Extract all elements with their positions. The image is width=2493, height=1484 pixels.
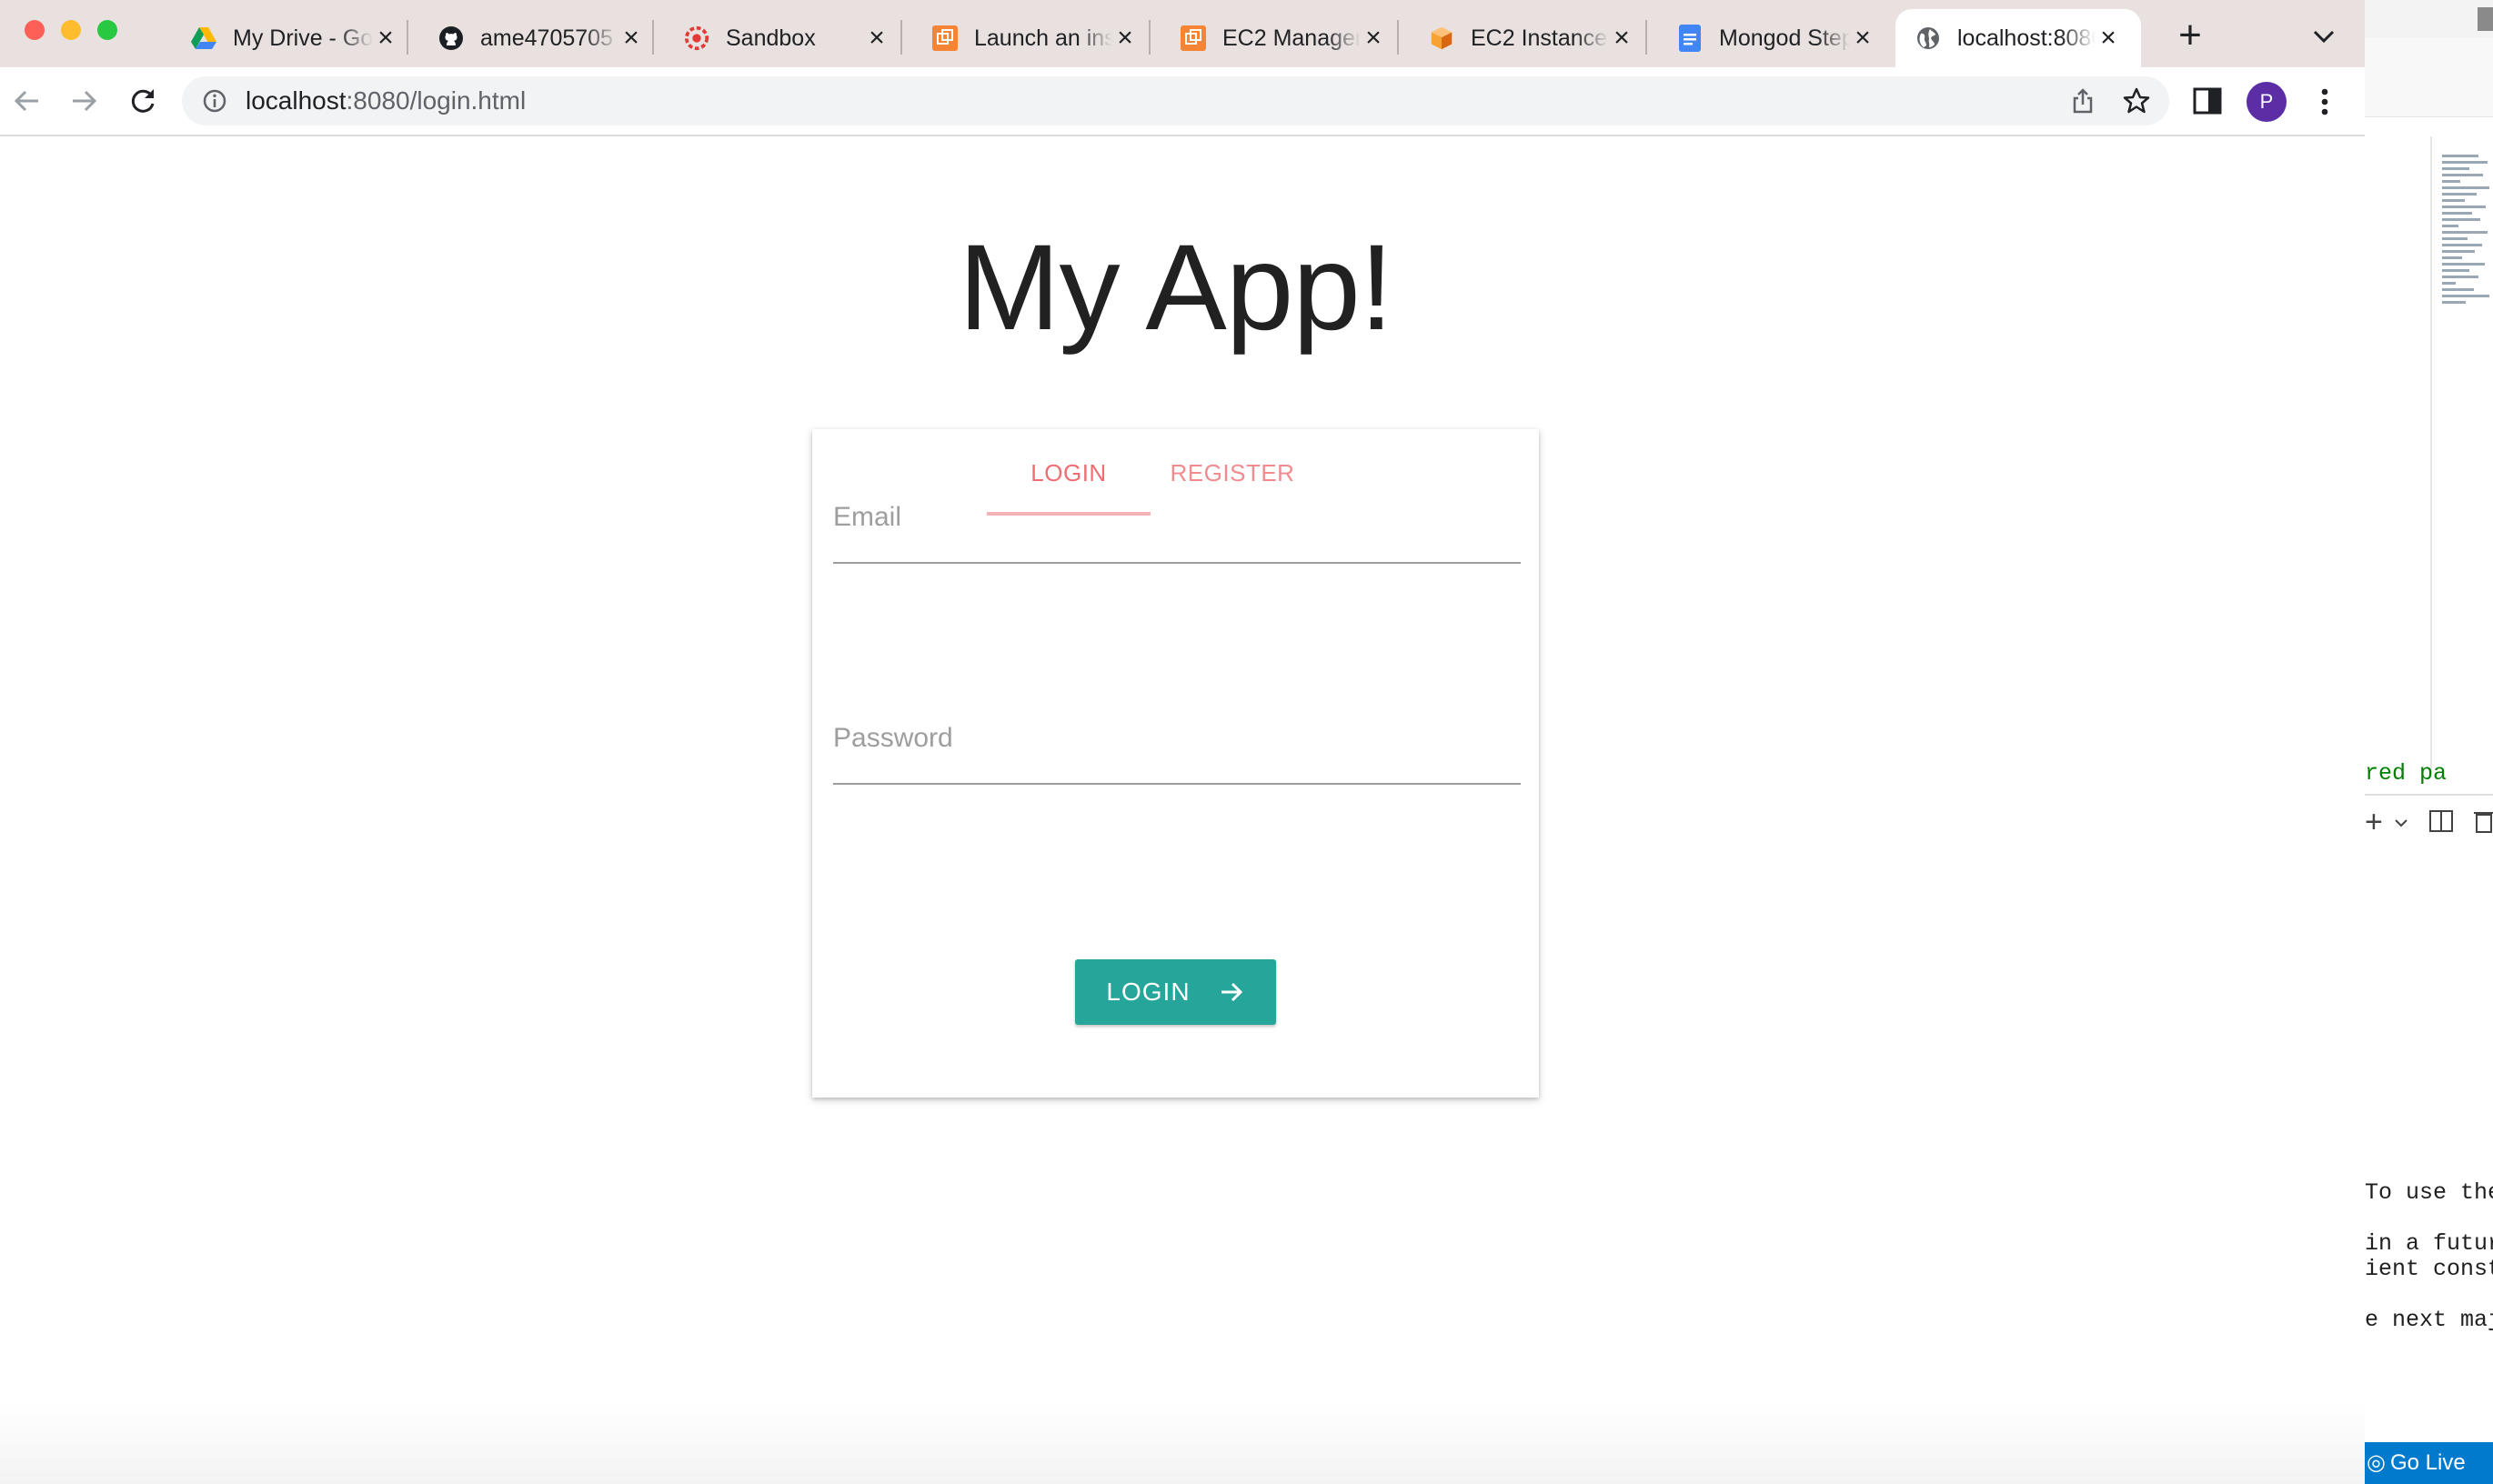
password-underline bbox=[833, 783, 1521, 785]
browser-window: My Drive - Google Drive × ame4705705 × S… bbox=[0, 0, 2365, 1484]
tab-separator bbox=[652, 20, 654, 55]
editor-split-divider bbox=[2430, 136, 2432, 773]
forward-button[interactable] bbox=[65, 82, 104, 120]
browser-tab-active[interactable]: localhost:8080 × bbox=[1895, 9, 2141, 67]
tab-search-button[interactable] bbox=[2306, 18, 2342, 55]
editor-title-bar bbox=[2365, 0, 2493, 38]
browser-tab[interactable]: ame4705705 × bbox=[418, 9, 664, 67]
tab-title: EC2 Instance bbox=[1471, 25, 1608, 51]
tab-title: Launch an instance bbox=[974, 25, 1112, 51]
browser-tab[interactable]: EC2 Instance × bbox=[1409, 9, 1654, 67]
email-underline bbox=[833, 562, 1521, 564]
status-bar: ◎ Go Live bbox=[2365, 1442, 2493, 1484]
browser-toolbar: localhost:8080/login.html P bbox=[0, 67, 2365, 136]
login-button[interactable]: LOGIN bbox=[1075, 959, 1276, 1025]
editor-code-line: red pa bbox=[2365, 760, 2448, 787]
editor-scrollbar[interactable] bbox=[2478, 7, 2493, 31]
password-input[interactable] bbox=[833, 723, 1524, 783]
page-content: My App! LOGIN REGISTER Email Password LO… bbox=[0, 136, 2365, 1484]
more-vert-icon bbox=[2321, 88, 2328, 115]
terminal-toolbar: + bbox=[2365, 805, 2493, 841]
browser-tab[interactable]: My Drive - Google Drive × bbox=[171, 9, 418, 67]
go-live-button[interactable]: Go Live bbox=[2390, 1442, 2466, 1484]
add-terminal-icon[interactable]: + bbox=[2365, 805, 2383, 840]
email-field[interactable]: Email bbox=[833, 502, 1524, 566]
trash-icon[interactable] bbox=[2474, 808, 2493, 834]
cube-icon bbox=[1429, 25, 1454, 51]
chevron-down-icon[interactable] bbox=[2394, 817, 2408, 828]
tab-title: Mongod Steps bbox=[1719, 25, 1850, 51]
sandbox-icon bbox=[684, 25, 709, 51]
editor-minimap[interactable] bbox=[2442, 155, 2493, 400]
login-button-label: LOGIN bbox=[1106, 978, 1191, 1006]
url-text[interactable]: localhost:8080/login.html bbox=[246, 76, 526, 125]
back-button[interactable] bbox=[7, 82, 45, 120]
tab-title: ame4705705 bbox=[480, 25, 613, 51]
browser-tab[interactable]: Launch an instance × bbox=[912, 9, 1158, 67]
close-tab-icon[interactable]: × bbox=[373, 25, 398, 52]
tab-title: My Drive - Google Drive bbox=[233, 25, 373, 51]
close-tab-icon[interactable]: × bbox=[1361, 25, 1386, 52]
page-title: My App! bbox=[958, 220, 1393, 356]
close-tab-icon[interactable]: × bbox=[864, 25, 890, 52]
close-tab-icon[interactable]: × bbox=[2096, 25, 2121, 52]
auth-card: LOGIN REGISTER Email Password LOGIN bbox=[812, 429, 1539, 1098]
globe-icon bbox=[1915, 25, 1941, 51]
side-panel-icon bbox=[2193, 87, 2222, 115]
chevron-down-icon bbox=[2313, 30, 2335, 44]
password-field[interactable]: Password bbox=[833, 723, 1524, 787]
docs-icon bbox=[1677, 25, 1703, 52]
close-window-button[interactable] bbox=[25, 20, 45, 40]
tab-title: Sandbox bbox=[726, 25, 816, 51]
url-path: :8080/login.html bbox=[346, 86, 527, 115]
browser-tab[interactable]: Mongod Steps × bbox=[1657, 9, 1895, 67]
new-tab-button[interactable]: + bbox=[2167, 13, 2213, 58]
arrow-right-icon bbox=[1221, 982, 1242, 1002]
browser-tab[interactable]: Sandbox × bbox=[664, 9, 910, 67]
close-tab-icon[interactable]: × bbox=[1850, 25, 1875, 52]
bookmark-star-icon[interactable] bbox=[2122, 86, 2151, 115]
split-terminal-icon[interactable] bbox=[2428, 808, 2454, 834]
browser-tab[interactable]: EC2 Management × bbox=[1161, 9, 1406, 67]
tab-separator bbox=[407, 20, 408, 55]
aws-icon bbox=[932, 25, 958, 51]
profile-avatar[interactable]: P bbox=[2247, 82, 2287, 122]
arrow-right-icon bbox=[73, 90, 97, 112]
share-icon[interactable] bbox=[2069, 87, 2096, 115]
maximize-window-button[interactable] bbox=[97, 20, 117, 40]
close-tab-icon[interactable]: × bbox=[1609, 25, 1634, 52]
tab-title: localhost:8080 bbox=[1957, 25, 2096, 51]
info-icon[interactable] bbox=[202, 88, 227, 114]
arrow-left-icon bbox=[14, 90, 38, 112]
tab-strip: My Drive - Google Drive × ame4705705 × S… bbox=[0, 0, 2365, 67]
tab-title: EC2 Management bbox=[1222, 25, 1361, 51]
reload-button[interactable] bbox=[124, 82, 162, 120]
url-host: localhost bbox=[246, 86, 347, 115]
minimize-window-button[interactable] bbox=[61, 20, 81, 40]
broadcast-icon: ◎ bbox=[2367, 1450, 2386, 1475]
address-bar[interactable]: localhost:8080/login.html bbox=[182, 76, 2169, 125]
close-tab-icon[interactable]: × bbox=[1112, 25, 1138, 52]
page-bottom-fade bbox=[0, 1402, 2365, 1484]
tab-separator bbox=[1645, 20, 1647, 55]
close-tab-icon[interactable]: × bbox=[618, 25, 644, 52]
github-icon bbox=[438, 25, 464, 51]
terminal-line: ient constr bbox=[2365, 1256, 2493, 1282]
panel-separator bbox=[2365, 794, 2493, 796]
terminal-line: To use the bbox=[2365, 1179, 2493, 1206]
browser-menu-button[interactable] bbox=[2311, 84, 2338, 120]
editor-tab-bar bbox=[2365, 38, 2493, 117]
tab-separator bbox=[1397, 20, 1399, 55]
google-drive-icon bbox=[191, 25, 216, 51]
terminal-line: in a futur bbox=[2365, 1230, 2493, 1257]
code-editor-window: red pa + To use the in a futur ient cons… bbox=[2365, 0, 2493, 1484]
terminal-line: e next majo bbox=[2365, 1307, 2493, 1333]
email-input[interactable] bbox=[833, 502, 1524, 562]
aws-icon bbox=[1181, 25, 1206, 51]
reload-icon bbox=[131, 89, 155, 113]
side-panel-button[interactable] bbox=[2192, 85, 2223, 116]
tab-separator bbox=[900, 20, 902, 55]
tab-separator bbox=[1149, 20, 1151, 55]
